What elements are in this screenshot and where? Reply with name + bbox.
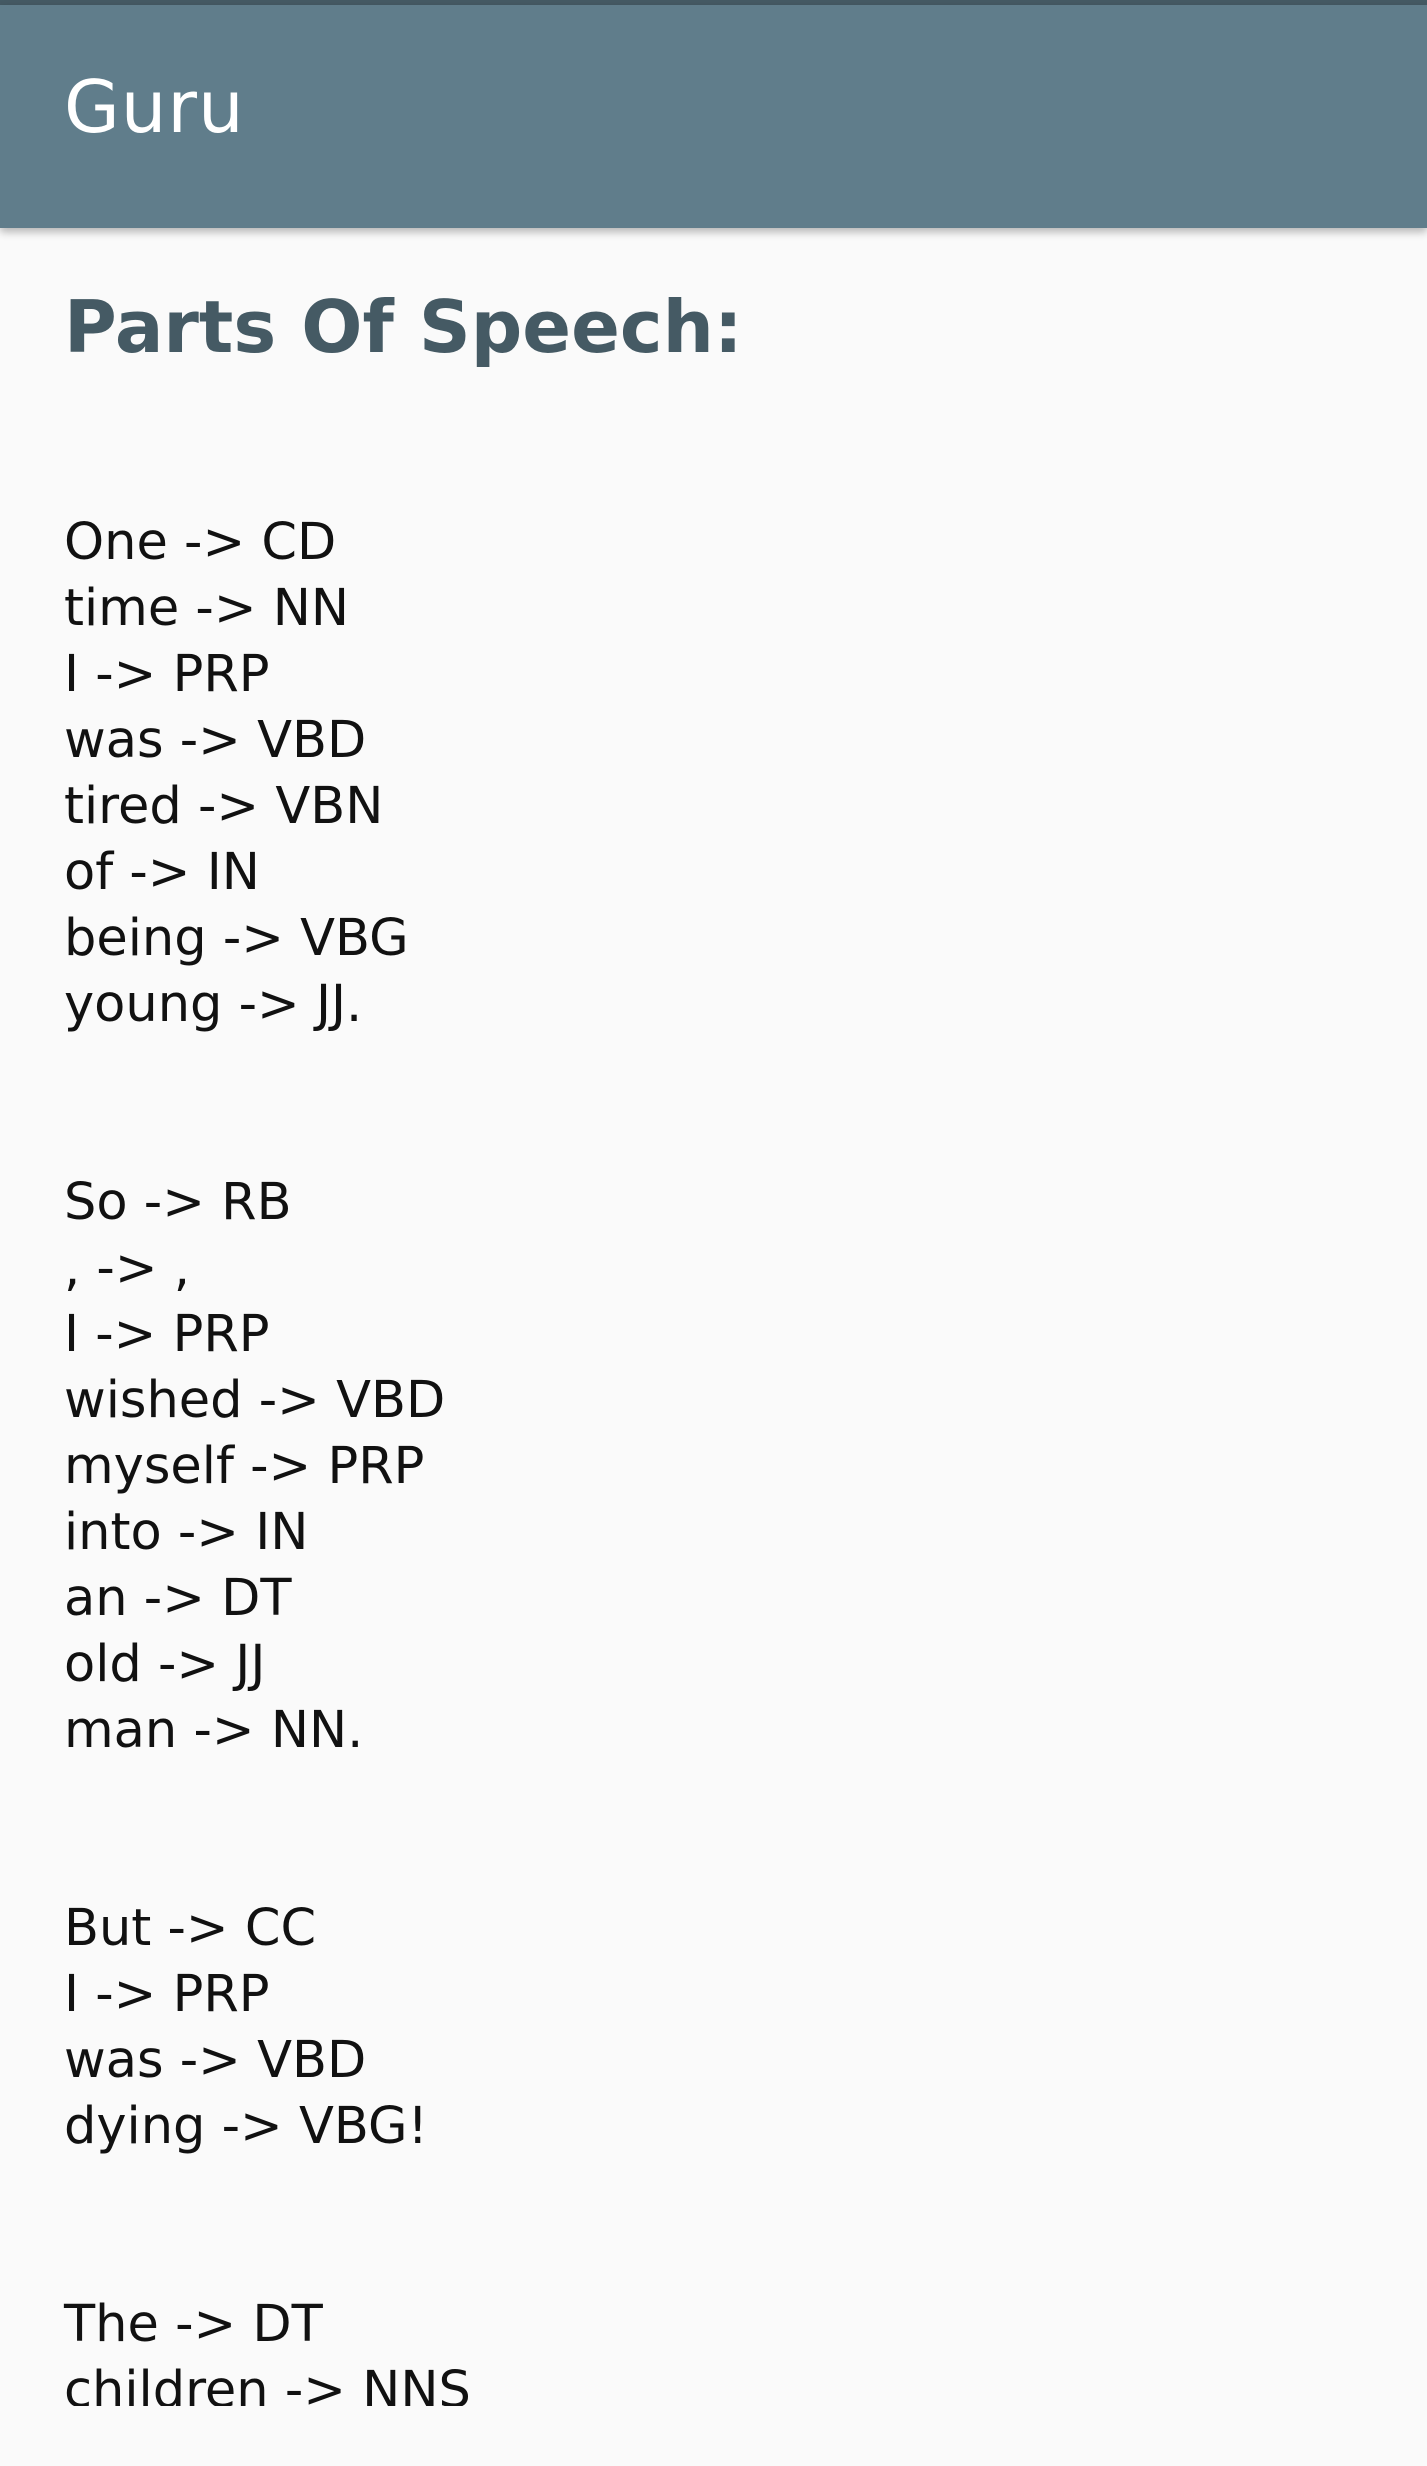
- pos-token-line: tired -> VBN: [64, 777, 384, 836]
- pos-token-line: dying -> VBG!: [64, 2097, 428, 2156]
- pos-token-line: But -> CC: [64, 1899, 317, 1958]
- pos-token-line: So -> RB: [64, 1173, 292, 1232]
- pos-token-line: wished -> VBD: [64, 1371, 446, 1430]
- pos-token-line: an -> DT: [64, 1569, 292, 1628]
- app-bar: Guru: [0, 5, 1427, 228]
- pos-token-line: The -> DT: [64, 2295, 323, 2354]
- pos-token-line: I -> PRP: [64, 645, 270, 704]
- pos-token-line: man -> NN.: [64, 1701, 364, 1760]
- pos-token-line: , -> ,: [64, 1239, 190, 1298]
- sentence-block: One -> CD time -> NN I -> PRP was -> VBD…: [64, 510, 1364, 1038]
- pos-token-line: being -> VBG: [64, 909, 409, 968]
- pos-token-line: children -> NNS: [64, 2361, 471, 2406]
- main-content[interactable]: Parts Of Speech: One -> CD time -> NN I …: [0, 228, 1427, 2406]
- pos-token-line: One -> CD: [64, 513, 337, 572]
- sentence-block: So -> RB , -> , I -> PRP wished -> VBD m…: [64, 1170, 1364, 1764]
- pos-output: One -> CD time -> NN I -> PRP was -> VBD…: [64, 510, 1364, 2406]
- pos-token-line: into -> IN: [64, 1503, 309, 1562]
- pos-token-line: old -> JJ: [64, 1635, 266, 1694]
- pos-token-line: time -> NN: [64, 579, 350, 638]
- pos-token-line: of -> IN: [64, 843, 260, 902]
- pos-token-line: was -> VBD: [64, 711, 367, 770]
- page-title: Parts Of Speech:: [64, 285, 743, 369]
- pos-token-line: young -> JJ.: [64, 975, 363, 1034]
- pos-token-line: I -> PRP: [64, 1965, 270, 2024]
- pos-token-line: was -> VBD: [64, 2031, 367, 2090]
- app-title: Guru: [64, 65, 245, 149]
- sentence-block: But -> CC I -> PRP was -> VBD dying -> V…: [64, 1896, 1364, 2160]
- pos-token-line: I -> PRP: [64, 1305, 270, 1364]
- sentence-block: The -> DT children -> NNS: [64, 2292, 1364, 2406]
- pos-token-line: myself -> PRP: [64, 1437, 425, 1496]
